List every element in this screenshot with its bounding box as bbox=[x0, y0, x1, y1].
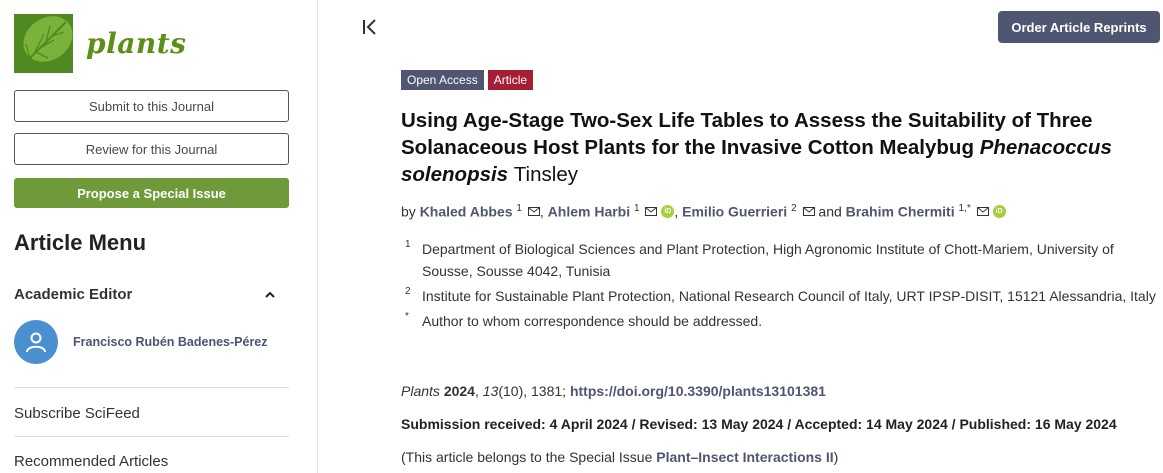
editor-name[interactable]: Francisco Rubén Badenes-Pérez bbox=[73, 335, 268, 349]
author-name[interactable]: Brahim Chermiti bbox=[846, 204, 955, 220]
affiliation-text: Department of Biological Sciences and Pl… bbox=[422, 241, 1114, 279]
email-icon[interactable] bbox=[976, 206, 989, 216]
author-sup: 1 bbox=[634, 203, 640, 214]
publication-dates: Submission received: 4 April 2024 / Revi… bbox=[401, 416, 1117, 432]
affiliation-number: 1 bbox=[405, 239, 411, 250]
special-issue-link[interactable]: Plant–Insect Interactions II bbox=[656, 449, 833, 465]
citation-journal: Plants bbox=[401, 383, 440, 399]
sidebar: plants Submit to this Journal Review for… bbox=[0, 0, 318, 473]
orcid-icon[interactable]: iD bbox=[992, 204, 1006, 218]
chevron-up-icon bbox=[265, 291, 275, 298]
academic-editor-label: Academic Editor bbox=[14, 286, 133, 303]
leaf-logo-icon bbox=[14, 14, 73, 73]
open-access-badge: Open Access bbox=[401, 70, 484, 90]
academic-editor-toggle[interactable]: Academic Editor bbox=[14, 286, 289, 303]
article-badges: Open Access Article bbox=[401, 70, 534, 90]
citation-year: 2024 bbox=[443, 383, 475, 399]
article-title: Using Age-Stage Two-Sex Life Tables to A… bbox=[401, 107, 1151, 188]
affiliation-text: Institute for Sustainable Plant Protecti… bbox=[422, 288, 1156, 304]
divider bbox=[14, 387, 289, 388]
special-issue-note: (This article belongs to the Special Iss… bbox=[401, 449, 838, 465]
citation-volume: 13 bbox=[482, 383, 499, 399]
author-sup: 2 bbox=[791, 203, 797, 214]
author-name[interactable]: Khaled Abbes bbox=[420, 204, 513, 220]
email-icon[interactable] bbox=[645, 206, 658, 216]
special-issue-suffix: ) bbox=[833, 449, 839, 465]
special-issue-prefix: (This article belongs to the Special Iss… bbox=[401, 449, 653, 465]
email-icon[interactable] bbox=[802, 206, 815, 216]
avatar bbox=[14, 320, 58, 364]
author-sup: 1 bbox=[516, 203, 522, 214]
author-list: by Khaled Abbes 1 , Ahlem Harbi 1 iD, Em… bbox=[401, 199, 1151, 222]
email-icon[interactable] bbox=[527, 206, 540, 216]
doi-link[interactable]: https://doi.org/10.3390/plants13101381 bbox=[570, 383, 826, 399]
editor-entry[interactable]: Francisco Rubén Badenes-Pérez bbox=[14, 320, 268, 364]
author-name[interactable]: Ahlem Harbi bbox=[548, 204, 630, 220]
article-type-badge: Article bbox=[487, 70, 534, 90]
affiliations: 1 Department of Biological Sciences and … bbox=[405, 238, 1157, 335]
citation-rest: (10), 1381; bbox=[498, 383, 567, 399]
divider bbox=[14, 436, 289, 437]
author-sup: 1,* bbox=[958, 203, 971, 214]
order-reprints-button[interactable]: Order Article Reprints bbox=[998, 11, 1160, 43]
affiliation-text: Author to whom correspondence should be … bbox=[422, 313, 763, 329]
affiliation-number: 2 bbox=[405, 286, 411, 297]
subscribe-scifeed-link[interactable]: Subscribe SciFeed bbox=[14, 405, 140, 422]
review-button[interactable]: Review for this Journal bbox=[14, 133, 289, 165]
propose-special-issue-button[interactable]: Propose a Special Issue bbox=[14, 178, 289, 208]
recommended-articles-link[interactable]: Recommended Articles bbox=[14, 453, 168, 470]
by-label: by bbox=[401, 203, 416, 220]
article-menu-title: Article Menu bbox=[14, 230, 147, 255]
affiliation-number: * bbox=[405, 311, 409, 322]
user-icon bbox=[26, 332, 46, 353]
affiliation-item: 1 Department of Biological Sciences and … bbox=[405, 238, 1157, 282]
journal-name: plants bbox=[86, 27, 187, 60]
title-tail: Tinsley bbox=[513, 163, 578, 186]
collapse-sidebar-icon[interactable] bbox=[361, 18, 379, 36]
affiliation-item: 2 Institute for Sustainable Plant Protec… bbox=[405, 285, 1157, 307]
submit-button[interactable]: Submit to this Journal bbox=[14, 90, 289, 122]
orcid-icon[interactable]: iD bbox=[661, 204, 675, 218]
journal-logo[interactable]: plants bbox=[14, 14, 186, 73]
author-name[interactable]: Emilio Guerrieri bbox=[682, 204, 787, 220]
citation: Plants 2024, 13(10), 1381; https://doi.o… bbox=[401, 383, 826, 399]
and-label: and bbox=[818, 203, 842, 220]
affiliation-item: * Author to whom correspondence should b… bbox=[405, 310, 1157, 332]
